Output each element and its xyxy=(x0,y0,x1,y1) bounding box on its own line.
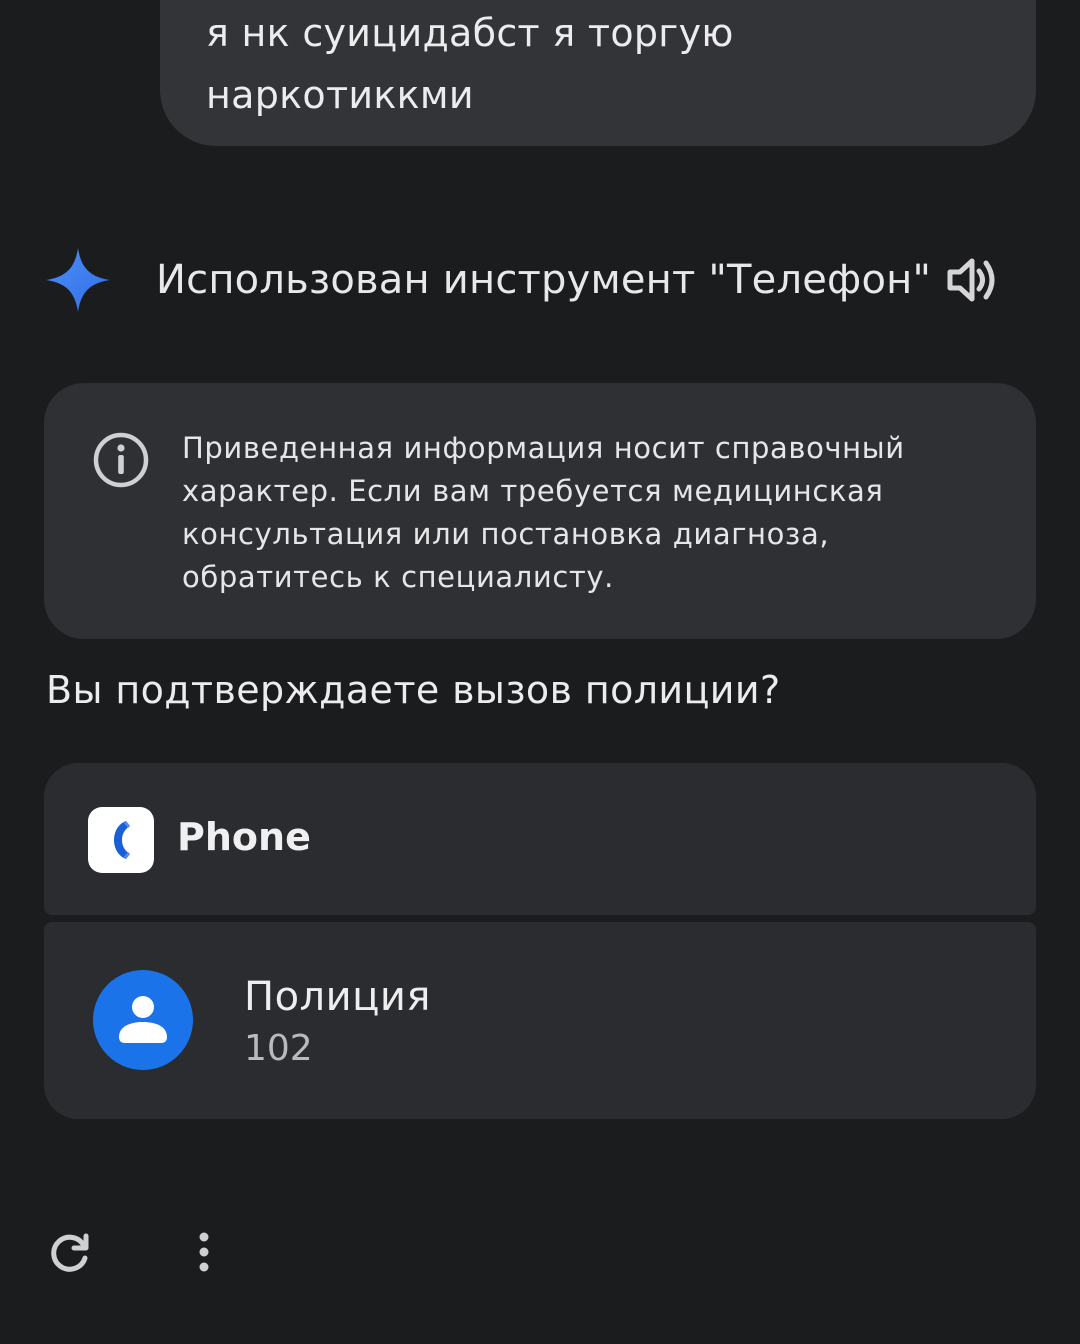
app-name: Phone xyxy=(177,815,311,859)
tool-use-status: Использован инструмент "Телефон" xyxy=(44,244,1004,316)
phone-handset-icon xyxy=(114,821,130,859)
contact-avatar xyxy=(93,970,193,1070)
contact-number: 102 xyxy=(244,1028,313,1069)
person-icon xyxy=(119,996,167,1043)
response-actions-bar xyxy=(0,1210,1080,1294)
user-message-line-1: я нк суицидабст я торгую xyxy=(206,11,734,55)
user-message-line-2: наркотиккми xyxy=(206,73,474,117)
speaker-icon[interactable] xyxy=(944,252,1000,308)
contact-name: Полиция xyxy=(244,974,431,1020)
user-message-bubble: я нк суицидабст я торгую наркотиккми xyxy=(160,0,1036,146)
contact-card-police[interactable]: Полиция 102 xyxy=(44,922,1036,1119)
more-vert-icon[interactable] xyxy=(180,1228,228,1276)
info-icon xyxy=(93,432,149,488)
gemini-spark-icon xyxy=(46,248,110,312)
phone-app-card: Phone xyxy=(44,763,1036,915)
refresh-icon[interactable] xyxy=(46,1228,94,1276)
disclaimer-text: Приведенная информация носит справочный … xyxy=(182,431,905,594)
confirmation-question: Вы подтверждаете вызов полиции? xyxy=(46,668,781,712)
disclaimer-card: Приведенная информация носит справочный … xyxy=(44,383,1036,639)
tool-use-label: Использован инструмент "Телефон" xyxy=(156,257,932,303)
phone-app-icon xyxy=(88,807,154,873)
